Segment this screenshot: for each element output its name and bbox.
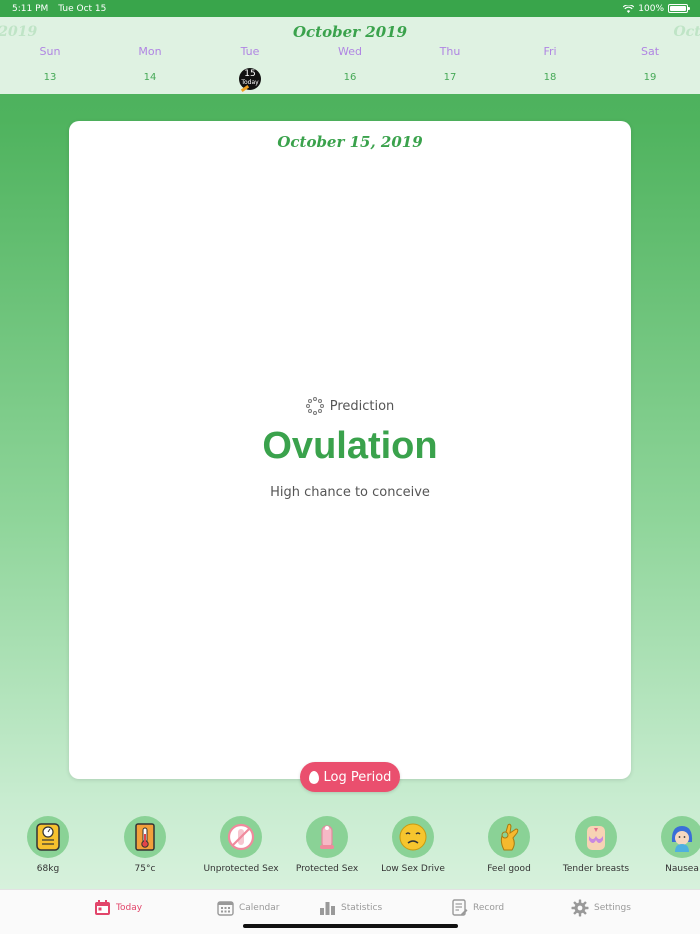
tab-label: Record [473,902,505,913]
day-name: Sun [39,45,61,58]
day-fri[interactable]: Fri 18 [520,45,580,88]
tab-today[interactable]: Today [94,899,142,916]
status-bar: 5:11 PM Tue Oct 15 100% [0,0,700,17]
symptom-nausea[interactable]: Nausea [637,816,700,874]
calendar-icon [217,901,234,916]
tab-label: Settings [594,903,631,913]
day-name: Fri [543,45,557,58]
symptom-label: Low Sex Drive [381,864,445,874]
prediction-row: Prediction [69,397,631,415]
calendar-today-icon [95,900,110,915]
week-strip[interactable]: r 2019 October 2019 Octo Sun 13 Mon 14 T… [0,17,700,94]
protected-sex-icon [306,816,348,858]
symptom-label: 75°c [134,864,156,874]
battery-percent: 100% [638,3,664,14]
scale-icon [27,816,69,858]
day-name: Mon [138,45,162,58]
month-title: October 2019 [292,23,408,41]
ok-hand-icon [488,816,530,858]
gear-icon [571,899,589,917]
symptom-temperature[interactable]: 75°c [100,816,190,874]
tab-statistics[interactable]: Statistics [319,899,382,916]
card-date: October 15, 2019 [277,133,423,151]
bar-chart-icon [320,902,335,915]
day-number: 14 [143,72,157,83]
home-indicator [243,924,458,928]
today-marker: 15 Today [220,68,280,93]
battery-icon [668,4,690,13]
symptom-label: Feel good [487,864,531,874]
log-period-button[interactable]: Log Period [300,762,400,792]
day-number: 13 [43,72,57,83]
sad-face-icon [392,816,434,858]
day-name: Tue [240,45,260,58]
symptom-protected-sex[interactable]: Protected Sex [282,816,372,874]
symptom-label: Unprotected Sex [203,864,279,874]
day-tue-today[interactable]: Tue 15 Today [220,45,280,93]
day-number: 18 [543,72,557,83]
wifi-icon [623,4,635,13]
cycle-status: Ovulation [262,425,438,467]
unprotected-sex-icon [220,816,262,858]
tab-label: Today [116,902,143,913]
notes-icon [452,899,468,916]
day-number: 19 [643,72,657,83]
nausea-icon [661,816,700,858]
day-number: 16 [343,72,357,83]
loading-spinner-icon [305,397,324,415]
cycle-subtitle: High chance to conceive [270,485,430,500]
symptom-feel-good[interactable]: Feel good [464,816,554,874]
thermometer-icon [124,816,166,858]
blood-drop-icon [308,770,319,784]
day-sat[interactable]: Sat 19 [620,45,680,88]
next-month-ghost: Octo [673,24,700,40]
symptom-low-sex-drive[interactable]: Low Sex Drive [368,816,458,874]
symptom-unprotected-sex[interactable]: Unprotected Sex [196,816,286,874]
day-number: 17 [443,72,457,83]
tab-calendar[interactable]: Calendar [217,899,279,916]
tender-breasts-icon [575,816,617,858]
status-right: 100% [623,3,690,14]
day-mon[interactable]: Mon 14 [120,45,180,88]
prediction-label: Prediction [329,398,395,414]
tab-record[interactable]: Record [451,899,504,916]
day-name: Thu [439,45,461,58]
log-period-label: Log Period [323,769,392,785]
symptom-weight[interactable]: 68kg [3,816,93,874]
today-badge: 15 Today [239,68,261,93]
symptom-tender-breasts[interactable]: Tender breasts [551,816,641,874]
pencil-icon [240,84,250,93]
symptom-label: Tender breasts [562,864,630,874]
day-thu[interactable]: Thu 17 [420,45,480,88]
day-name: Sat [640,45,660,58]
symptom-label: Protected Sex [295,864,359,874]
tab-label: Calendar [239,902,280,913]
tab-settings[interactable]: Settings [571,899,631,917]
symptom-label: Nausea [665,864,699,874]
day-name: Wed [338,45,362,58]
today-label: Today [241,79,259,86]
status-date: Tue Oct 15 [58,3,107,14]
tab-label: Statistics [341,902,383,913]
prediction-card: October 15, 2019 Prediction Ovulation Hi… [69,121,631,779]
day-wed[interactable]: Wed 16 [320,45,380,88]
symptom-label: 68kg [36,864,60,874]
day-number: 15 [244,69,256,79]
day-sun[interactable]: Sun 13 [20,45,80,88]
status-time: 5:11 PM [12,3,49,14]
